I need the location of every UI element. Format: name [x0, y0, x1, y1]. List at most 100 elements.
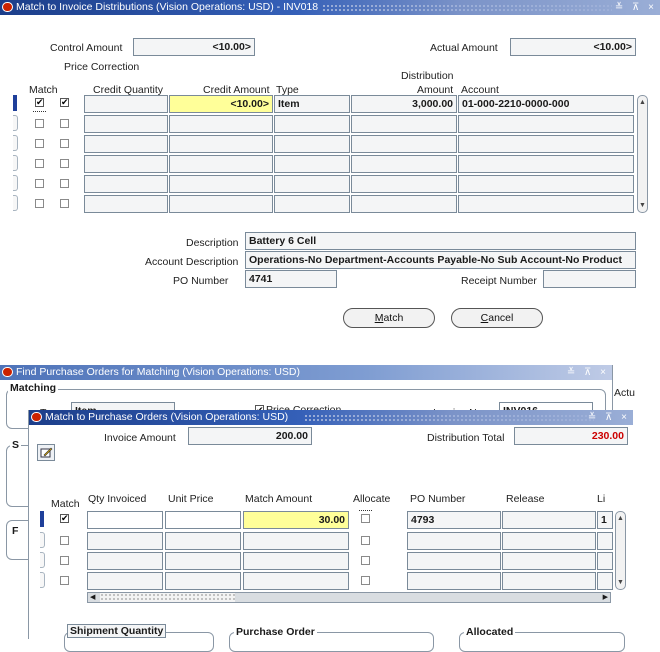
price-correction-checkbox[interactable]: [60, 139, 69, 148]
edit-toolbar-button[interactable]: [37, 444, 55, 461]
credit-amount-field[interactable]: [169, 175, 273, 193]
match-amount-field[interactable]: 30.00: [243, 511, 349, 529]
credit-quantity-field[interactable]: [84, 195, 168, 213]
unit-price-field[interactable]: [165, 511, 241, 529]
row-indicator[interactable]: [13, 195, 18, 211]
distribution-amount-field[interactable]: [351, 135, 457, 153]
control-amount-field[interactable]: <10.00>: [133, 38, 255, 56]
release-field[interactable]: [502, 532, 596, 550]
row-indicator[interactable]: [13, 155, 18, 171]
match-checkbox[interactable]: [35, 159, 44, 168]
distribution-amount-field[interactable]: 3,000.00: [351, 95, 457, 113]
match-amount-field[interactable]: [243, 552, 349, 570]
account-field[interactable]: 01-000-2210-0000-000: [458, 95, 634, 113]
allocate-checkbox[interactable]: [361, 576, 370, 585]
window-title-bar[interactable]: Match to Invoice Distributions (Vision O…: [0, 0, 660, 15]
allocate-checkbox[interactable]: [361, 536, 370, 545]
match-checkbox[interactable]: ✔: [60, 514, 69, 523]
match-checkbox[interactable]: [35, 179, 44, 188]
type-field[interactable]: [274, 155, 350, 173]
po-number-field[interactable]: 4793: [407, 511, 501, 529]
po-number-field[interactable]: 4741: [245, 270, 337, 288]
window-controls-icon[interactable]: ≚ ⊼ ×: [615, 0, 657, 15]
po-number-field[interactable]: [407, 552, 501, 570]
release-field[interactable]: [502, 511, 596, 529]
release-field[interactable]: [502, 552, 596, 570]
scroll-left-icon[interactable]: ◀: [90, 594, 95, 602]
row-indicator[interactable]: [13, 175, 18, 191]
match-checkbox[interactable]: ✔: [35, 98, 44, 107]
unit-price-field[interactable]: [165, 532, 241, 550]
price-correction-checkbox[interactable]: [60, 159, 69, 168]
type-field[interactable]: [274, 135, 350, 153]
line-field[interactable]: [597, 532, 613, 550]
row-indicator[interactable]: [40, 532, 45, 548]
line-field[interactable]: [597, 572, 613, 590]
match-checkbox[interactable]: [60, 576, 69, 585]
description-field[interactable]: Battery 6 Cell: [245, 232, 636, 250]
match-checkbox[interactable]: [35, 199, 44, 208]
scroll-right-icon[interactable]: ▶: [603, 594, 608, 602]
credit-quantity-field[interactable]: [84, 95, 168, 113]
account-field[interactable]: [458, 155, 634, 173]
po-number-field[interactable]: [407, 532, 501, 550]
distribution-amount-field[interactable]: [351, 175, 457, 193]
account-field[interactable]: [458, 135, 634, 153]
actual-amount-field[interactable]: <10.00>: [510, 38, 636, 56]
cancel-button[interactable]: Cancel: [451, 308, 543, 328]
account-field[interactable]: [458, 195, 634, 213]
match-button[interactable]: Match: [343, 308, 435, 328]
invoice-amount-field[interactable]: 200.00: [188, 427, 312, 445]
match-checkbox[interactable]: [60, 556, 69, 565]
type-field[interactable]: Item: [274, 95, 350, 113]
credit-amount-field[interactable]: [169, 155, 273, 173]
price-correction-checkbox[interactable]: [60, 199, 69, 208]
qty-invoiced-field[interactable]: [87, 532, 163, 550]
credit-quantity-field[interactable]: [84, 115, 168, 133]
receipt-number-field[interactable]: [543, 270, 636, 288]
credit-amount-field[interactable]: [169, 195, 273, 213]
unit-price-field[interactable]: [165, 552, 241, 570]
row-selected-indicator[interactable]: [40, 511, 44, 527]
account-field[interactable]: [458, 175, 634, 193]
credit-amount-field[interactable]: [169, 135, 273, 153]
window-title-bar[interactable]: Find Purchase Orders for Matching (Visio…: [0, 365, 612, 380]
po-number-field[interactable]: [407, 572, 501, 590]
line-field[interactable]: 1: [597, 511, 613, 529]
credit-quantity-field[interactable]: [84, 175, 168, 193]
scroll-up-icon[interactable]: ▲: [617, 515, 624, 522]
scroll-up-icon[interactable]: ▲: [639, 99, 646, 106]
row-indicator[interactable]: [13, 135, 18, 151]
row-indicator[interactable]: [13, 115, 18, 131]
type-field[interactable]: [274, 115, 350, 133]
vertical-scrollbar[interactable]: ▲ ▼: [615, 511, 626, 590]
distribution-total-field[interactable]: 230.00: [514, 427, 628, 445]
release-field[interactable]: [502, 572, 596, 590]
match-amount-field[interactable]: [243, 572, 349, 590]
qty-invoiced-field[interactable]: [87, 511, 163, 529]
distribution-amount-field[interactable]: [351, 155, 457, 173]
credit-quantity-field[interactable]: [84, 155, 168, 173]
scroll-down-icon[interactable]: ▼: [617, 579, 624, 586]
match-checkbox[interactable]: [35, 119, 44, 128]
price-correction-checkbox[interactable]: ✔: [60, 98, 69, 107]
window-controls-icon[interactable]: ≚ ⊼ ×: [567, 365, 609, 380]
credit-amount-field[interactable]: <10.00>: [169, 95, 273, 113]
price-correction-checkbox[interactable]: [60, 179, 69, 188]
row-selected-indicator[interactable]: [13, 95, 17, 111]
line-field[interactable]: [597, 552, 613, 570]
window-controls-icon[interactable]: ≚ ⊼ ×: [588, 410, 630, 425]
credit-amount-field[interactable]: [169, 115, 273, 133]
account-description-field[interactable]: Operations-No Department-Accounts Payabl…: [245, 251, 636, 269]
account-field[interactable]: [458, 115, 634, 133]
match-checkbox[interactable]: [35, 139, 44, 148]
match-amount-field[interactable]: [243, 532, 349, 550]
qty-invoiced-field[interactable]: [87, 572, 163, 590]
unit-price-field[interactable]: [165, 572, 241, 590]
credit-quantity-field[interactable]: [84, 135, 168, 153]
qty-invoiced-field[interactable]: [87, 552, 163, 570]
type-field[interactable]: [274, 195, 350, 213]
type-field[interactable]: [274, 175, 350, 193]
horizontal-scrollbar[interactable]: ◀ ▶: [87, 592, 611, 603]
window-title-bar[interactable]: Match to Purchase Orders (Vision Operati…: [29, 410, 633, 425]
